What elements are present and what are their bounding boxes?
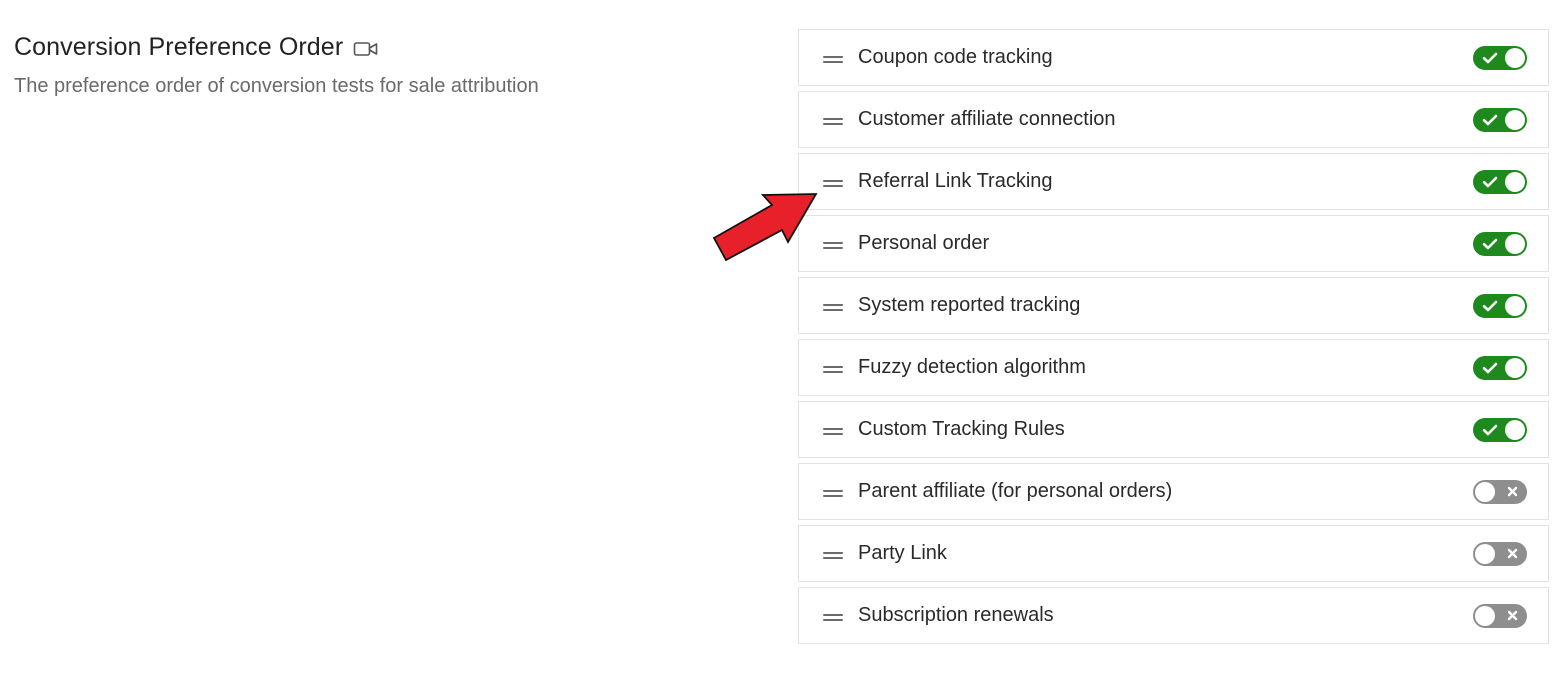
drag-handle-icon[interactable] <box>823 303 843 312</box>
toggle-knob[interactable] <box>1505 419 1525 440</box>
check-icon <box>1482 232 1498 256</box>
toggle-knob[interactable] <box>1505 171 1525 192</box>
drag-handle-icon[interactable] <box>823 117 843 126</box>
toggle-switch[interactable] <box>1473 603 1527 628</box>
toggle-switch[interactable] <box>1473 355 1527 380</box>
check-icon <box>1482 418 1498 442</box>
x-icon <box>1507 604 1518 628</box>
toggle-switch[interactable] <box>1473 45 1527 70</box>
preference-row-subscription-renewals[interactable]: Subscription renewals <box>798 587 1549 644</box>
preference-label: Fuzzy detection algorithm <box>858 356 1086 378</box>
x-icon <box>1507 480 1518 504</box>
preference-row-system-reported-tracking[interactable]: System reported tracking <box>798 277 1549 334</box>
section-description: The preference order of conversion tests… <box>14 75 539 97</box>
toggle-switch[interactable] <box>1473 169 1527 194</box>
check-icon <box>1482 108 1498 132</box>
preference-label: Customer affiliate connection <box>858 108 1116 130</box>
toggle-switch[interactable] <box>1473 417 1527 442</box>
toggle-knob[interactable] <box>1505 233 1525 254</box>
toggle-switch[interactable] <box>1473 479 1527 504</box>
x-icon <box>1507 542 1518 566</box>
preference-row-referral-link-tracking[interactable]: Referral Link Tracking <box>798 153 1549 210</box>
preference-row-coupon-code-tracking[interactable]: Coupon code tracking <box>798 29 1549 86</box>
title-row: Conversion Preference Order <box>14 30 714 64</box>
section-header: Conversion Preference Order The preferen… <box>14 30 714 98</box>
toggle-knob[interactable] <box>1505 47 1525 68</box>
preference-label: Referral Link Tracking <box>858 170 1053 192</box>
preference-row-customer-affiliate-connection[interactable]: Customer affiliate connection <box>798 91 1549 148</box>
drag-handle-icon[interactable] <box>823 489 843 498</box>
toggle-switch[interactable] <box>1473 107 1527 132</box>
section-title: Conversion Preference Order <box>14 32 344 61</box>
check-icon <box>1482 356 1498 380</box>
red-arrow-annotation <box>712 190 824 267</box>
drag-handle-icon[interactable] <box>823 427 843 436</box>
drag-handle-icon[interactable] <box>823 241 843 250</box>
toggle-knob[interactable] <box>1475 605 1495 626</box>
drag-handle-icon[interactable] <box>823 365 843 374</box>
check-icon <box>1482 46 1498 70</box>
toggle-knob[interactable] <box>1505 109 1525 130</box>
preference-label: Personal order <box>858 232 990 254</box>
check-icon <box>1482 294 1498 318</box>
toggle-switch[interactable] <box>1473 231 1527 256</box>
preference-label: Custom Tracking Rules <box>858 418 1065 440</box>
preference-label: Party Link <box>858 542 947 564</box>
preference-row-parent-affiliate-for-personal-orders[interactable]: Parent affiliate (for personal orders) <box>798 463 1549 520</box>
drag-handle-icon[interactable] <box>823 551 843 560</box>
preference-label: Parent affiliate (for personal orders) <box>858 480 1173 502</box>
preference-label: Coupon code tracking <box>858 46 1053 68</box>
toggle-switch[interactable] <box>1473 293 1527 318</box>
toggle-switch[interactable] <box>1473 541 1527 566</box>
drag-handle-icon[interactable] <box>823 55 843 64</box>
drag-handle-icon[interactable] <box>823 613 843 622</box>
toggle-knob[interactable] <box>1505 357 1525 378</box>
preference-row-party-link[interactable]: Party Link <box>798 525 1549 582</box>
preference-label: Subscription renewals <box>858 604 1054 626</box>
conversion-preference-list: Coupon code tracking Customer affiliate c… <box>798 29 1549 649</box>
video-camera-icon[interactable] <box>353 40 379 58</box>
preference-row-personal-order[interactable]: Personal order <box>798 215 1549 272</box>
preference-row-custom-tracking-rules[interactable]: Custom Tracking Rules <box>798 401 1549 458</box>
drag-handle-icon[interactable] <box>823 179 843 188</box>
toggle-knob[interactable] <box>1475 543 1495 564</box>
toggle-knob[interactable] <box>1475 481 1495 502</box>
preference-row-fuzzy-detection-algorithm[interactable]: Fuzzy detection algorithm <box>798 339 1549 396</box>
check-icon <box>1482 170 1498 194</box>
preference-label: System reported tracking <box>858 294 1081 316</box>
toggle-knob[interactable] <box>1505 295 1525 316</box>
